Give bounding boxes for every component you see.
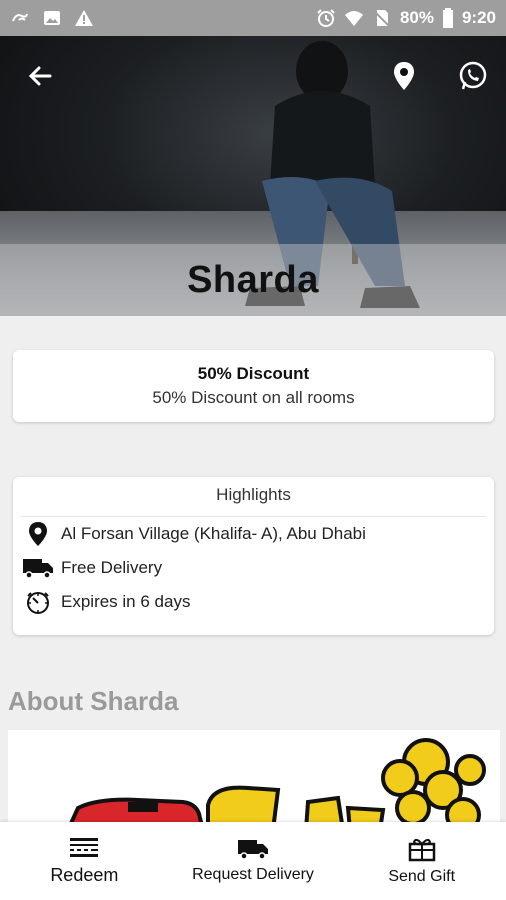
nav-redeem[interactable]: Redeem [0,822,169,900]
barcode-icon [70,837,99,857]
highlights-card: Highlights Al Forsan Village (Khalifa- A… [13,477,494,635]
brand-logo-graphic [65,738,486,830]
warning-icon [75,10,93,26]
offer-subtitle: 50% Discount on all rooms [152,388,355,407]
battery-icon [442,8,453,28]
about-logo-image [8,730,500,830]
nav-redeem-label: Redeem [50,864,119,885]
whatsapp-button[interactable] [453,56,493,96]
gift-icon [408,838,435,862]
highlight-delivery: Free Delivery [13,551,494,585]
offer-card[interactable]: 50% Discount 50% Discount on all rooms [13,350,494,422]
truck-icon [23,559,53,579]
no-sim-icon [373,10,391,28]
timer-icon [27,592,49,614]
battery-percentage: 80% [399,8,434,27]
image-icon [44,11,60,25]
alarm-icon [317,9,335,27]
page-title: Sharda [187,258,319,301]
nav-send-gift-label: Send Gift [388,868,456,885]
location-pin-icon [394,62,414,90]
app-notification-icon [12,13,28,22]
hero-title-band: Sharda [0,244,506,316]
truck-icon [238,840,268,860]
highlight-expiry: Expires in 6 days [13,585,494,619]
wifi-icon [344,11,363,26]
back-arrow-icon [28,66,52,86]
offer-title: 50% Discount [197,364,310,383]
highlight-location[interactable]: Al Forsan Village (Khalifa- A), Abu Dhab… [13,517,494,551]
about-title: About Sharda [8,686,179,716]
highlight-expiry-text: Expires in 6 days [61,592,191,611]
location-pin-icon [29,522,47,546]
nav-request-delivery[interactable]: Request Delivery [169,822,338,900]
nav-send-gift[interactable]: Send Gift [337,822,506,900]
bottom-navigation: Redeem Request Delivery Send Gift [0,822,506,900]
status-bar: 80% 9:20 [0,0,506,36]
back-button[interactable] [20,56,60,96]
highlights-title: Highlights [21,477,486,517]
status-time: 9:20 [461,8,496,27]
highlight-delivery-text: Free Delivery [61,558,163,577]
highlight-location-text: Al Forsan Village (Khalifa- A), Abu Dhab… [61,524,366,543]
location-button[interactable] [384,56,424,96]
nav-request-delivery-label: Request Delivery [192,866,314,883]
whatsapp-icon [459,61,487,90]
hero-banner: Sharda [0,36,506,316]
